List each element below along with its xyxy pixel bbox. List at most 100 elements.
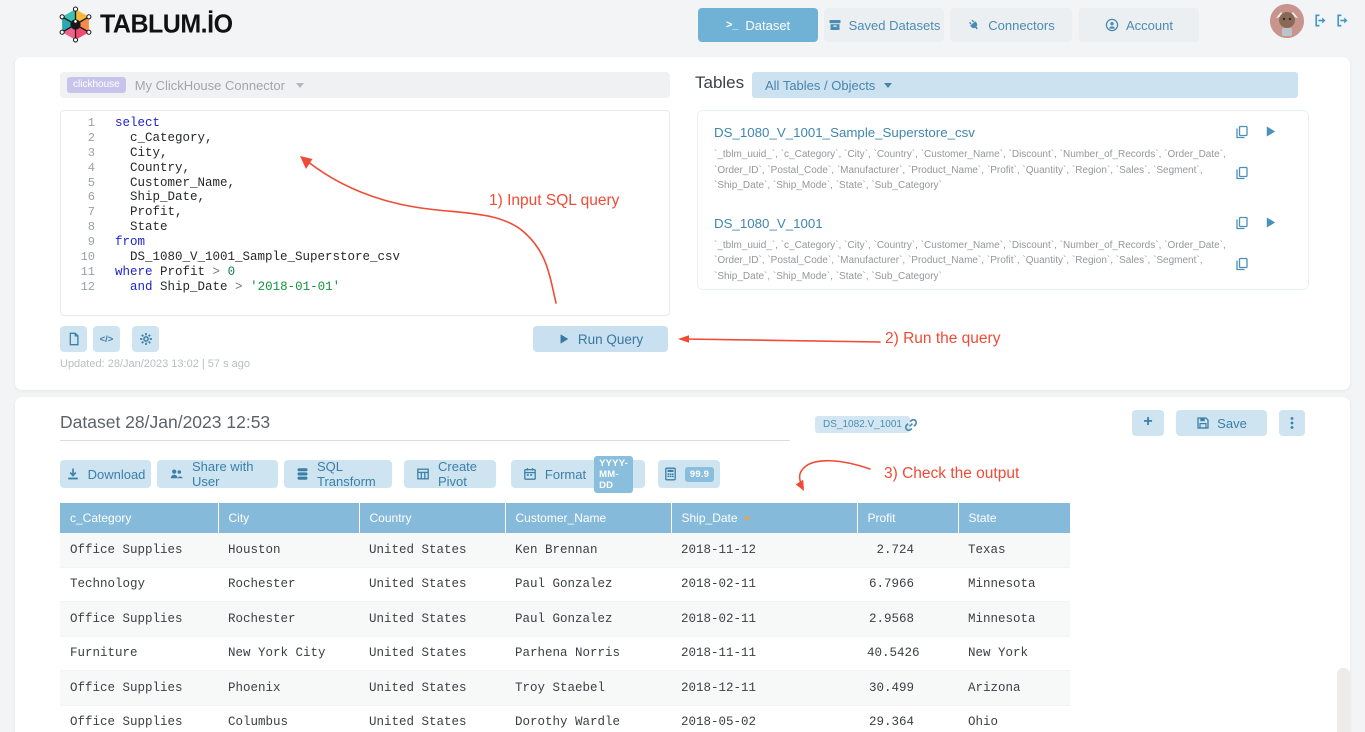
- line-number: 5: [61, 176, 95, 191]
- table-cell: United States: [359, 533, 505, 567]
- calendar-icon: [523, 467, 537, 481]
- sql-token: and: [115, 280, 153, 294]
- table-row[interactable]: TechnologyRochesterUnited StatesPaul Gon…: [60, 567, 1070, 602]
- floppy-icon: [1196, 416, 1210, 430]
- result-table-body: Office SuppliesHoustonUnited StatesKen B…: [60, 533, 1070, 732]
- sql-token: Profit: [153, 265, 213, 279]
- format-label: Format: [545, 467, 586, 482]
- sql-code-line[interactable]: 4 Country,: [61, 161, 669, 176]
- format-date-button[interactable]: Format YYYY-MM-DD: [511, 460, 645, 488]
- download-button[interactable]: Download: [60, 460, 151, 488]
- add-dataset-button[interactable]: +: [1132, 410, 1164, 436]
- sql-transform-button[interactable]: SQL Transform: [284, 460, 392, 488]
- table-row[interactable]: Office SuppliesPhoenixUnited StatesTroy …: [60, 671, 1070, 706]
- sql-editor[interactable]: 1select2 c_Category,3 City,4 Country,5 C…: [60, 110, 670, 316]
- sql-code-line[interactable]: 5 Customer_Name,: [61, 176, 669, 191]
- annotation-run-query: 2) Run the query: [885, 330, 1000, 348]
- nav-tab-saved-datasets[interactable]: Saved Datasets: [824, 8, 944, 42]
- connector-name: My ClickHouse Connector: [135, 78, 285, 93]
- table-entry-name[interactable]: DS_1080_V_1001_Sample_Superstore_csv: [714, 125, 975, 140]
- sql-token: from: [115, 235, 145, 249]
- calculator-icon: [664, 467, 677, 481]
- number-format-button[interactable]: 99.9: [658, 460, 720, 488]
- table-list-item: DS_1080_V_1001_Sample_Superstore_csv `_t…: [714, 124, 1292, 194]
- format-code-button[interactable]: </>: [93, 326, 120, 352]
- database-icon: [296, 467, 309, 481]
- copy-columns-icon[interactable]: [1235, 257, 1249, 271]
- query-updated-status: Updated: 28/Jan/2023 13:02 | 57 s ago: [60, 358, 250, 370]
- create-pivot-button[interactable]: Create Pivot: [404, 460, 496, 488]
- sql-code-line[interactable]: 2 c_Category,: [61, 131, 669, 146]
- vertical-scrollbar-thumb[interactable]: [1337, 668, 1350, 732]
- table-entry-name[interactable]: DS_1080_V_1001: [714, 216, 823, 231]
- sql-code-line[interactable]: 9from: [61, 235, 669, 250]
- copy-table-name-icon[interactable]: [1235, 125, 1249, 139]
- tables-filter-value: All Tables / Objects: [765, 78, 875, 93]
- table-entry-columns: `_tblm_uuid_`, `c_Category`, `City`, `Co…: [714, 147, 1242, 194]
- sql-token: 0: [228, 265, 236, 279]
- sql-code-line[interactable]: 8 State: [61, 220, 669, 235]
- dataset-more-button[interactable]: [1279, 410, 1305, 436]
- download-icon: [66, 467, 80, 481]
- tables-filter-dropdown[interactable]: All Tables / Objects: [752, 72, 1298, 98]
- table-row[interactable]: Office SuppliesHoustonUnited StatesKen B…: [60, 533, 1070, 567]
- logo-hexagon-icon: [57, 6, 94, 43]
- table-cell: Paul Gonzalez: [505, 602, 671, 637]
- line-number: 4: [61, 161, 95, 176]
- table-row[interactable]: FurnitureNew York CityUnited StatesParhe…: [60, 636, 1070, 671]
- column-header[interactable]: Ship_Date: [671, 503, 857, 533]
- sql-code-line[interactable]: 10 DS_1080_V_1001_Sample_Superstore_csv: [61, 250, 669, 265]
- new-query-button[interactable]: [60, 326, 87, 352]
- query-table-play-icon[interactable]: [1264, 216, 1277, 229]
- avatar[interactable]: [1270, 4, 1304, 38]
- table-cell: Office Supplies: [60, 671, 218, 706]
- table-cell: Dorothy Wardle: [505, 705, 671, 732]
- app-root: TABLUM.İO >_ Dataset Saved Datasets Conn…: [0, 0, 1365, 732]
- connector-selector[interactable]: clickhouse My ClickHouse Connector: [60, 72, 670, 98]
- chevron-down-icon: [884, 83, 892, 88]
- tables-panel-title: Tables: [695, 73, 744, 93]
- logout-icon[interactable]: [1313, 13, 1328, 28]
- number-precision-badge: 99.9: [685, 467, 714, 482]
- column-header[interactable]: State: [958, 503, 1070, 533]
- column-header[interactable]: Country: [359, 503, 505, 533]
- dataset-link-icon[interactable]: [903, 417, 919, 433]
- copy-table-name-icon[interactable]: [1235, 216, 1249, 230]
- table-cell: Phoenix: [218, 671, 359, 706]
- table-cell: Technology: [60, 567, 218, 602]
- table-cell: 2018-05-02: [671, 705, 857, 732]
- gear-icon: [139, 332, 153, 346]
- column-header[interactable]: c_Category: [60, 503, 218, 533]
- nav-tab-account[interactable]: Account: [1079, 8, 1199, 42]
- nav-tab-connectors[interactable]: Connectors: [950, 8, 1072, 42]
- save-dataset-button[interactable]: Save: [1176, 410, 1267, 436]
- sql-token: Profit,: [115, 205, 183, 219]
- app-logo[interactable]: TABLUM.İO: [57, 6, 233, 43]
- column-header[interactable]: Profit: [857, 503, 958, 533]
- query-settings-button[interactable]: [132, 326, 159, 352]
- sql-token: Country,: [115, 161, 190, 175]
- table-cell: United States: [359, 567, 505, 602]
- table-row[interactable]: Office SuppliesRochesterUnited StatesPau…: [60, 602, 1070, 637]
- table-cell: Arizona: [958, 671, 1070, 706]
- table-row[interactable]: Office SuppliesColumbusUnited StatesDoro…: [60, 705, 1070, 732]
- table-cell: Parhena Norris: [505, 636, 671, 671]
- table-cell: Rochester: [218, 602, 359, 637]
- exit-session-icon[interactable]: [1335, 13, 1350, 28]
- copy-columns-icon[interactable]: [1235, 166, 1249, 180]
- date-format-dot: [745, 516, 749, 520]
- column-header[interactable]: City: [218, 503, 359, 533]
- run-query-button[interactable]: Run Query: [533, 326, 668, 352]
- table-cell: Troy Staebel: [505, 671, 671, 706]
- sql-code-line[interactable]: 1select: [61, 116, 669, 131]
- table-cell: United States: [359, 671, 505, 706]
- nav-tab-dataset[interactable]: >_ Dataset: [698, 8, 818, 42]
- query-table-play-icon[interactable]: [1264, 125, 1277, 138]
- table-cell: Office Supplies: [60, 705, 218, 732]
- sql-code-line[interactable]: 11where Profit > 0: [61, 265, 669, 280]
- table-cell: 2018-12-11: [671, 671, 857, 706]
- sql-code-line[interactable]: 3 City,: [61, 146, 669, 161]
- share-with-user-button[interactable]: Share with User: [157, 460, 278, 488]
- sql-code-line[interactable]: 12 and Ship_Date > '2018-01-01': [61, 280, 669, 295]
- column-header[interactable]: Customer_Name: [505, 503, 671, 533]
